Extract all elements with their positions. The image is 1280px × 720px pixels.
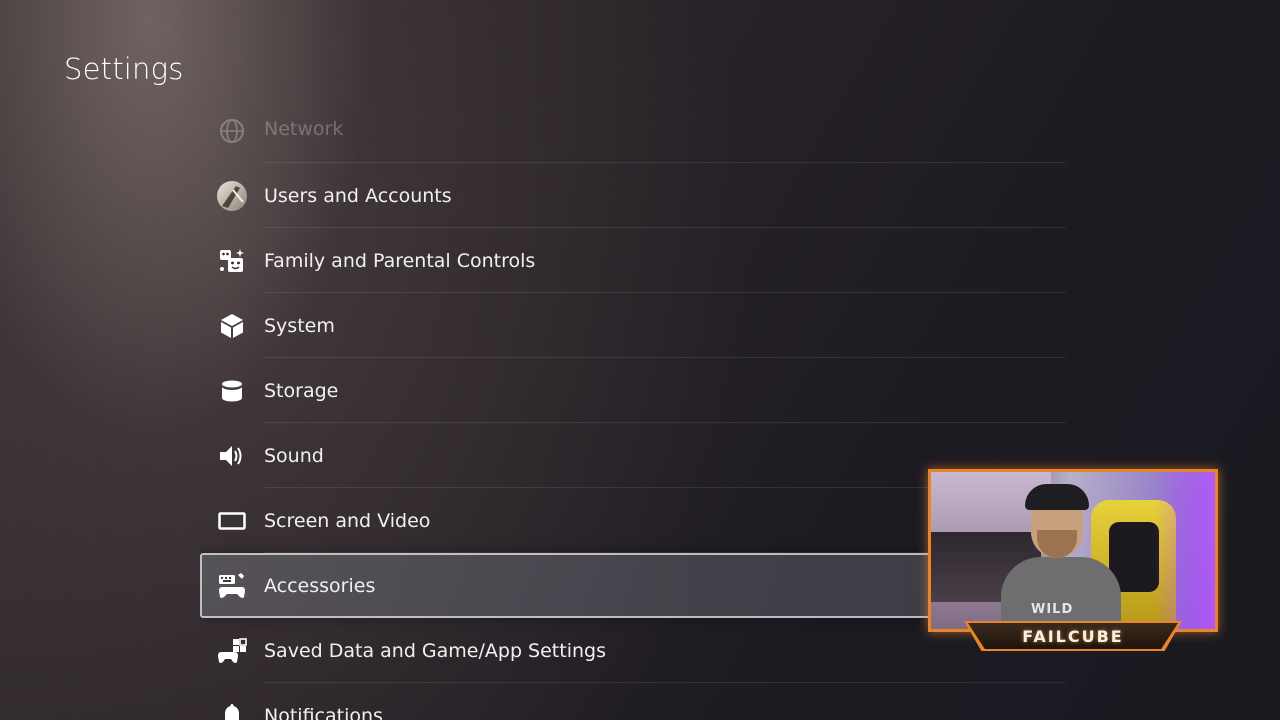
menu-item-label: Sound: [264, 444, 324, 467]
storage-icon: [216, 375, 248, 407]
menu-item-label: Storage: [264, 379, 339, 402]
screen-icon: [216, 505, 248, 537]
menu-item-label: System: [264, 314, 335, 337]
menu-item-label: Family and Parental Controls: [264, 249, 536, 272]
menu-item-system[interactable]: System: [200, 293, 1066, 358]
webcam-overlay: WILD FAILCUBE: [928, 469, 1218, 651]
family-icon: [216, 245, 248, 277]
shirt-text: WILD: [1031, 602, 1074, 617]
avatar-icon: [216, 180, 248, 212]
menu-item-storage[interactable]: Storage: [200, 358, 1066, 423]
menu-item-users-and-accounts[interactable]: Users and Accounts: [200, 163, 1066, 228]
menu-item-label: Users and Accounts: [264, 184, 452, 207]
globe-icon: [216, 115, 248, 147]
menu-item-notifications[interactable]: Notifications: [200, 683, 1066, 720]
menu-item-label: Saved Data and Game/App Settings: [264, 639, 606, 662]
bell-icon: [216, 700, 248, 720]
saved-data-icon: [216, 635, 248, 667]
menu-item-label: Accessories: [264, 574, 376, 597]
streamer-name: FAILCUBE: [1022, 626, 1124, 646]
speaker-icon: [216, 440, 248, 472]
webcam-video: WILD: [928, 469, 1218, 632]
streamer-nameplate: FAILCUBE: [968, 623, 1178, 649]
page-title: Settings: [64, 52, 184, 86]
menu-item-label: Network: [264, 118, 344, 140]
menu-item-network[interactable]: Network: [200, 98, 1066, 163]
menu-item-label: Notifications: [264, 704, 383, 720]
accessories-icon: [216, 570, 248, 602]
menu-item-family-and-parental-controls[interactable]: Family and Parental Controls: [200, 228, 1066, 293]
menu-item-label: Screen and Video: [264, 509, 431, 532]
cube-icon: [216, 310, 248, 342]
